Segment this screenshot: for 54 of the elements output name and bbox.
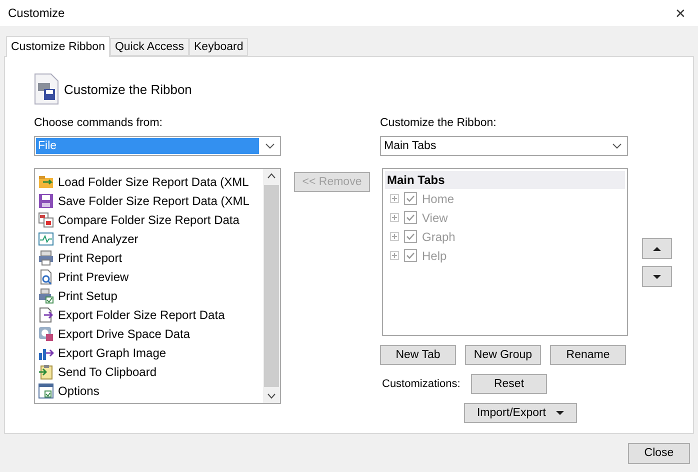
command-item[interactable]: Print Report (38, 248, 263, 267)
printer-icon (38, 288, 54, 304)
ribbon-dropdown[interactable]: Main Tabs (380, 136, 628, 156)
chevron-down-icon (612, 143, 622, 149)
printer-icon (38, 250, 54, 266)
expand-icon[interactable] (390, 251, 399, 260)
triangle-up-icon (653, 246, 661, 250)
clipboard-icon (38, 364, 54, 380)
tree-header: Main Tabs (385, 171, 625, 189)
print-preview-icon (38, 268, 54, 284)
triangle-down-icon (653, 274, 661, 278)
command-item[interactable]: Trend Analyzer (38, 229, 263, 248)
command-item[interactable]: Export Graph Image (38, 343, 263, 362)
tab[interactable]: Keyboard (189, 38, 248, 56)
command-item[interactable]: Print Setup (38, 286, 263, 305)
tab-action-button[interactable]: New Tab (380, 345, 456, 365)
window-title: Customize (8, 6, 65, 20)
window-icon (38, 382, 54, 398)
caret-icon (556, 411, 564, 415)
checkbox[interactable] (404, 249, 417, 262)
customizations-label: Customizations: (381, 378, 462, 390)
command-item[interactable]: Compare Folder Size Report Data (38, 210, 263, 229)
tab-action-button[interactable]: Rename (550, 345, 626, 365)
scrollbar[interactable] (263, 169, 280, 403)
tab[interactable]: Quick Access (110, 38, 189, 56)
section-heading: Customize the Ribbon (64, 82, 192, 96)
folder-icon (38, 174, 54, 190)
move-down-button[interactable] (642, 266, 672, 287)
field-label: Choose commands from: (34, 117, 164, 131)
expand-icon[interactable] (390, 194, 399, 203)
export-icon (38, 306, 54, 322)
expand-icon[interactable] (390, 232, 399, 241)
chart-icon (38, 230, 54, 246)
command-item[interactable]: Print Preview (38, 267, 263, 286)
expand-icon[interactable] (390, 213, 399, 222)
command-item[interactable]: Export Folder Size Report Data (38, 305, 263, 324)
close-button[interactable]: ✕ (675, 6, 686, 20)
checkbox[interactable] (404, 230, 417, 243)
compare-icon (38, 212, 54, 228)
tab[interactable]: Customize Ribbon (6, 36, 110, 57)
tab-action-button[interactable]: New Group (465, 345, 541, 365)
command-item[interactable]: Export Drive Space Data (38, 324, 263, 343)
reset-button[interactable]: Reset (471, 374, 547, 394)
command-item[interactable]: Send To Clipboard (38, 362, 263, 381)
chevron-down-icon (265, 143, 275, 149)
command-item[interactable]: Load Folder Size Report Data (XML (38, 172, 263, 191)
import-export-button[interactable]: Import/Export (464, 403, 577, 423)
command-item[interactable]: Options (38, 381, 263, 400)
command-item[interactable]: Save Folder Size Report Data (XML (38, 191, 263, 210)
checkbox[interactable] (404, 211, 417, 224)
field-label: Customize the Ribbon: (380, 117, 498, 131)
close-dialog-button[interactable]: Close (628, 442, 690, 464)
checkbox[interactable] (404, 192, 417, 205)
move-up-button[interactable] (642, 238, 672, 259)
